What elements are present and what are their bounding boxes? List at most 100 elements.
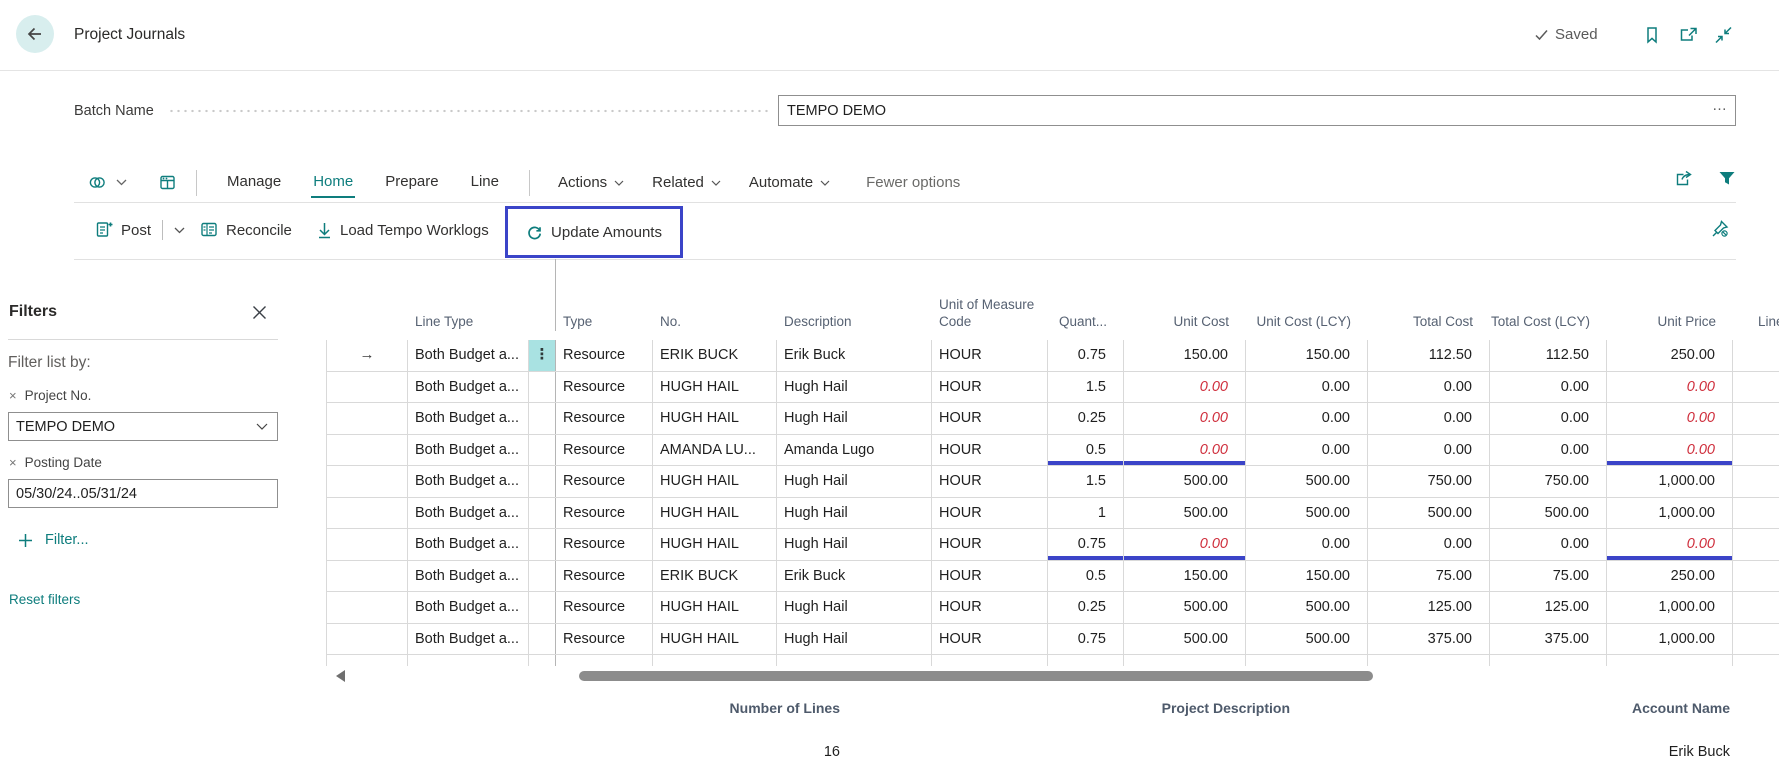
cell-total-cost-lcy[interactable]: 125.00 [1490,592,1607,623]
cell-unit-price[interactable]: 0.00 [1607,435,1733,466]
post-button[interactable]: Post [95,202,185,258]
tab-manage[interactable]: Manage [225,167,283,198]
cell-line-type[interactable]: Both Budget a... [408,592,529,623]
cell-no[interactable]: HUGH HAIL [653,466,777,497]
cell-row-menu[interactable] [529,529,556,560]
remove-filter-icon[interactable]: × [9,389,17,402]
column-header-unit-cost[interactable]: Unit Cost [1124,314,1246,331]
cell-unit-cost-lcy[interactable]: 500.00 [1246,592,1368,623]
cell-description[interactable]: Hugh Hail [777,624,932,655]
cell-unit-cost-lcy[interactable]: 150.00 [1246,561,1368,592]
cell-unit-price[interactable]: 0.00 [1607,403,1733,434]
cell-total-cost[interactable] [1368,655,1490,666]
table-row[interactable]: Both Budget a... Resource HUGH HAIL Hugh… [326,624,1779,656]
analysis-grid-icon[interactable] [159,174,176,191]
cell-line-type[interactable]: Both Budget a... [408,466,529,497]
cell-total-cost-lcy[interactable]: 0.00 [1490,372,1607,403]
cell-row-menu[interactable] [529,435,556,466]
menu-actions[interactable]: Actions [558,174,624,191]
cell-description[interactable]: Hugh Hail [777,466,932,497]
cell-total-cost[interactable]: 0.00 [1368,435,1490,466]
cell-unit-cost[interactable]: 0.00 [1124,372,1246,403]
cell-total-cost-lcy[interactable]: 75.00 [1490,561,1607,592]
cell-total-cost[interactable]: 750.00 [1368,466,1490,497]
cell-line-type[interactable]: Both Budget a... [408,529,529,560]
batch-name-input[interactable] [778,95,1736,126]
cell-quantity[interactable]: 0.25 [1048,592,1124,623]
cell-unit-cost[interactable]: 500.00 [1124,466,1246,497]
table-row[interactable]: Both Budget a... Resource HUGH HAIL Hugh… [326,372,1779,404]
column-header-line[interactable]: Line [1733,314,1779,331]
cell-description[interactable]: Amanda Lugo [777,435,932,466]
back-button[interactable] [16,15,54,53]
cell-unit-cost-lcy[interactable]: 500.00 [1246,624,1368,655]
cell-description[interactable]: Hugh Hail [777,592,932,623]
cell-unit-price[interactable]: 0.00 [1607,529,1733,560]
cell-unit-cost-lcy[interactable]: 0.00 [1246,529,1368,560]
cell-row-menu[interactable] [529,624,556,655]
cell-type[interactable]: Resource [556,340,653,371]
cell-unit-cost-lcy[interactable] [1246,655,1368,666]
journal-batches-icon[interactable] [88,174,110,191]
cell-description[interactable]: Erik Buck [777,340,932,371]
reset-filters-link[interactable]: Reset filters [9,592,80,607]
menu-related[interactable]: Related [652,174,721,191]
cell-no[interactable]: HUGH HAIL [653,403,777,434]
cell-row-menu[interactable] [529,655,556,666]
cell-line-type[interactable] [408,655,529,666]
cell-unit-price[interactable]: 1,000.00 [1607,498,1733,529]
table-row[interactable]: Both Budget a... Resource AMANDA LU... A… [326,435,1779,467]
column-header-unit-cost-lcy[interactable]: Unit Cost (LCY) [1246,314,1368,331]
cell-unit-cost-lcy[interactable]: 150.00 [1246,340,1368,371]
cell-description[interactable]: Erik Buck [777,561,932,592]
cell-quantity[interactable]: 1.5 [1048,372,1124,403]
unpin-icon[interactable] [1710,219,1730,239]
cell-description[interactable]: Hugh Hail [777,498,932,529]
cell-quantity[interactable]: 1 [1048,498,1124,529]
cell-unit-of-measure[interactable]: HOUR [932,592,1048,623]
cell-total-cost[interactable]: 375.00 [1368,624,1490,655]
cell-line-type[interactable]: Both Budget a... [408,435,529,466]
cell-line[interactable] [1733,403,1779,434]
cell-unit-cost-lcy[interactable]: 0.00 [1246,403,1368,434]
cell-quantity[interactable]: 0.75 [1048,529,1124,560]
cell-no[interactable]: HUGH HAIL [653,372,777,403]
cell-line-type[interactable]: Both Budget a... [408,498,529,529]
cell-line[interactable] [1733,655,1779,666]
fewer-options[interactable]: Fewer options [866,174,960,191]
add-filter-button[interactable]: Filter... [18,532,89,548]
cell-type[interactable]: Resource [556,561,653,592]
cell-unit-cost[interactable]: 150.00 [1124,340,1246,371]
tab-prepare[interactable]: Prepare [383,167,440,198]
cell-line-type[interactable]: Both Budget a... [408,624,529,655]
cell-unit-of-measure[interactable]: HOUR [932,435,1048,466]
table-row[interactable]: Both Budget a... Resource HUGH HAIL Hugh… [326,592,1779,624]
cell-type[interactable]: Resource [556,624,653,655]
cell-total-cost-lcy[interactable]: 375.00 [1490,624,1607,655]
cell-quantity[interactable]: 0.5 [1048,561,1124,592]
cell-no[interactable]: HUGH HAIL [653,624,777,655]
cell-description[interactable]: Hugh Hail [777,403,932,434]
cell-description[interactable] [777,655,932,666]
cell-line[interactable] [1733,340,1779,371]
close-icon[interactable] [248,301,271,324]
cell-line[interactable] [1733,529,1779,560]
cell-line-type[interactable]: Both Budget a... [408,561,529,592]
cell-total-cost[interactable]: 75.00 [1368,561,1490,592]
column-header-description[interactable]: Description [777,314,932,331]
cell-quantity[interactable]: 0.5 [1048,435,1124,466]
cell-unit-price[interactable]: 1,000.00 [1607,466,1733,497]
cell-total-cost-lcy[interactable]: 0.00 [1490,435,1607,466]
cell-line-type[interactable]: Both Budget a... [408,403,529,434]
filter-icon[interactable] [1718,170,1736,187]
table-row[interactable]: Both Budget a... Resource HUGH HAIL Hugh… [326,529,1779,561]
cell-row-menu[interactable] [529,466,556,497]
cell-unit-cost-lcy[interactable]: 0.00 [1246,372,1368,403]
cell-total-cost-lcy[interactable]: 112.50 [1490,340,1607,371]
cell-no[interactable]: HUGH HAIL [653,498,777,529]
cell-unit-cost-lcy[interactable]: 500.00 [1246,466,1368,497]
cell-total-cost[interactable]: 0.00 [1368,403,1490,434]
cell-line[interactable] [1733,592,1779,623]
cell-type[interactable]: Resource [556,529,653,560]
load-tempo-worklogs-button[interactable]: Load Tempo Worklogs [317,202,489,258]
